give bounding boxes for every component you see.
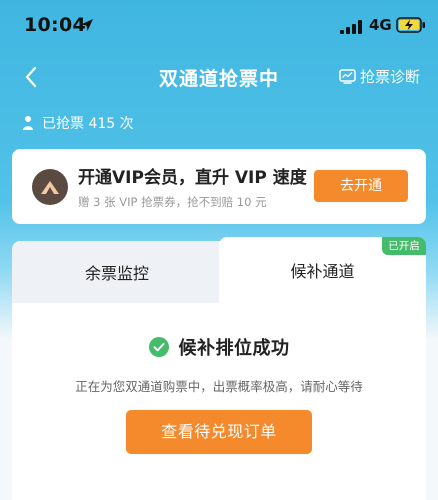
vip-crown-icon bbox=[32, 169, 68, 205]
wait-message: 正在为您双通道购票中，出票概率极高，请耐心等待 bbox=[75, 379, 363, 394]
status-time: 10:04 bbox=[24, 14, 86, 36]
grab-count-text: 已抢票 415 次 bbox=[42, 116, 134, 132]
person-icon bbox=[23, 116, 33, 130]
tab-label: 余票监控 bbox=[84, 264, 149, 283]
success-title: 候补排位成功 bbox=[178, 338, 290, 359]
tab-ticket-monitor[interactable]: 余票监控 bbox=[12, 241, 222, 303]
status-badge: 已开启 bbox=[382, 237, 426, 255]
check-circle-icon bbox=[148, 337, 169, 357]
tab-label: 候补通道 bbox=[290, 262, 355, 281]
vip-title: 开通VIP会员，直升 VIP 速度 bbox=[78, 168, 307, 188]
diagnose-label: 抢票诊断 bbox=[359, 68, 420, 86]
network-label: 4G bbox=[369, 16, 392, 34]
status-bar: 10:04 4G bbox=[0, 0, 438, 54]
location-arrow-icon bbox=[81, 19, 93, 31]
view-pending-orders-button[interactable]: 查看待兑现订单 bbox=[126, 410, 312, 454]
diagnose-button[interactable]: 抢票诊断 bbox=[339, 66, 420, 87]
main-card: 余票监控 候补通道 已开启 候补排位成功 正在为您双通道购票中，出票概率极高，请… bbox=[12, 237, 426, 500]
nav-bar: 双通道抢票中 抢票诊断 bbox=[0, 54, 438, 100]
card-body: 候补排位成功 正在为您双通道购票中，出票概率极高，请耐心等待 查看待兑现订单 bbox=[12, 303, 426, 500]
success-row: 候补排位成功 bbox=[12, 334, 426, 360]
vip-banner: 开通VIP会员，直升 VIP 速度 赠 3 张 VIP 抢票券，抢不到赔 10 … bbox=[12, 149, 426, 224]
vip-subtitle: 赠 3 张 VIP 抢票券，抢不到赔 10 元 bbox=[78, 195, 267, 209]
signal-bars-icon bbox=[340, 20, 362, 34]
tab-waitlist-channel[interactable]: 候补通道 已开启 bbox=[219, 237, 426, 303]
grab-count: 已抢票 415 次 bbox=[22, 113, 134, 133]
open-vip-button[interactable]: 去开通 bbox=[314, 170, 408, 202]
chart-monitor-icon bbox=[339, 69, 356, 84]
battery-charging-icon bbox=[396, 17, 425, 33]
